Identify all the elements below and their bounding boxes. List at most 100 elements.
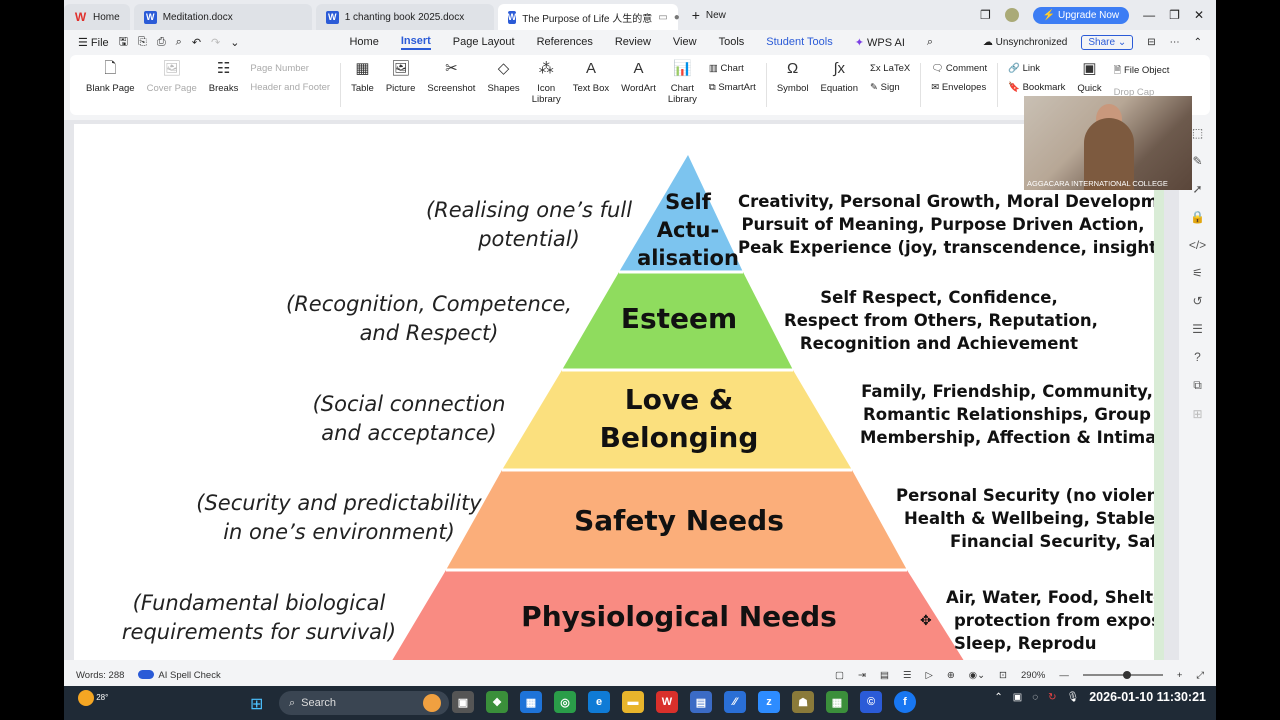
save-icon[interactable]: 🖫 xyxy=(119,33,128,52)
tray-network-icon[interactable]: ◌ xyxy=(1032,692,1038,703)
outline-icon[interactable]: ☰ xyxy=(1192,322,1203,336)
outline-view-icon[interactable]: ☰ xyxy=(903,670,912,681)
collapse-ribbon-icon[interactable]: ⌃ xyxy=(1194,37,1202,48)
export-icon[interactable]: ⎘ xyxy=(138,36,147,49)
task-view-icon[interactable]: ▣ xyxy=(452,691,474,713)
tray-mic-icon[interactable]: 🎙 xyxy=(1067,692,1080,703)
shapes-button[interactable]: ◇ Shapes xyxy=(481,61,525,94)
more-chevron-icon[interactable]: ⌄ xyxy=(230,36,239,49)
blank-page-button[interactable]: 🗋 Blank Page xyxy=(80,61,141,94)
wps-ai-button[interactable]: ✦ WPS AI xyxy=(855,36,905,49)
equation-button[interactable]: ∫x Equation xyxy=(815,61,865,94)
print-preview-icon[interactable]: ⌕ xyxy=(176,36,182,49)
zoom-in-button[interactable]: + xyxy=(1177,670,1183,681)
print-icon[interactable]: ⎙ xyxy=(157,36,166,49)
share-button[interactable]: Share ⌄ xyxy=(1081,34,1134,50)
symbol-button[interactable]: Ω Symbol xyxy=(771,61,815,94)
cover-page-button[interactable]: 🖼 Cover Page xyxy=(141,61,203,94)
copy-icon[interactable]: ⧉ xyxy=(1193,378,1202,393)
chart-button[interactable]: ▥ Chart xyxy=(709,63,756,74)
chart-library-button[interactable]: 📊 Chart Library xyxy=(662,61,703,105)
vertical-scrollbar[interactable] xyxy=(1154,124,1164,660)
taskbar-search[interactable]: ⌕ Search xyxy=(279,691,449,715)
header-footer-button[interactable]: Header and Footer xyxy=(250,82,330,93)
comment-button[interactable]: 🗨 Comment xyxy=(931,63,987,74)
avatar[interactable] xyxy=(1004,8,1019,22)
page-number-button[interactable]: Page Number xyxy=(250,63,330,74)
app-icon[interactable]: ☗ xyxy=(792,691,814,713)
eye-icon[interactable]: ◉⌄ xyxy=(969,670,985,681)
history-icon[interactable]: ↺ xyxy=(1192,294,1202,308)
menu-insert[interactable]: Insert xyxy=(400,35,431,50)
web-view-icon[interactable]: ⊕ xyxy=(947,670,955,681)
new-tab-button[interactable]: + New xyxy=(682,7,736,23)
facebook-icon[interactable]: f xyxy=(894,691,916,713)
zoom-slider[interactable] xyxy=(1082,671,1163,679)
redo-icon[interactable]: ↷ xyxy=(211,36,220,49)
envelopes-button[interactable]: ✉ Envelopes xyxy=(931,82,987,93)
sheets-icon[interactable]: ▦ xyxy=(826,691,848,713)
code-icon[interactable]: </> xyxy=(1189,238,1206,252)
menu-student-tools[interactable]: Student Tools xyxy=(766,36,832,48)
pointer-icon[interactable]: ➚ xyxy=(1192,182,1202,196)
document-page[interactable]: Self Actu- alisation Esteem Love & Belon… xyxy=(74,124,1154,660)
notes-icon[interactable]: ▤ xyxy=(690,691,712,713)
read-mode-icon[interactable]: ▢ xyxy=(835,670,844,681)
more-icon[interactable]: ⋯ xyxy=(1170,37,1180,48)
fit-page-icon[interactable]: ⊡ xyxy=(999,670,1007,681)
upgrade-button[interactable]: ⚡ Upgrade Now xyxy=(1032,6,1130,24)
zoom-icon[interactable]: z xyxy=(758,691,780,713)
minimize-icon[interactable]: — xyxy=(1143,8,1155,22)
taskbar-clock[interactable]: 2026-01-10 11:30:21 xyxy=(1089,690,1206,704)
store-icon[interactable]: ▦ xyxy=(520,691,542,713)
link-button[interactable]: 🔗 Link xyxy=(1008,63,1065,74)
zoom-out-button[interactable]: — xyxy=(1059,670,1069,681)
wps-office-icon[interactable]: W xyxy=(656,691,678,713)
tray-chevron-icon[interactable]: ⌃ xyxy=(994,692,1002,703)
play-icon[interactable]: ▷ xyxy=(926,670,933,681)
help-icon[interactable]: ? xyxy=(1194,350,1201,364)
tab-meditation[interactable]: W Meditation.docx xyxy=(133,4,312,30)
menu-references[interactable]: References xyxy=(537,36,593,48)
file-object-button[interactable]: 🗎 File Object xyxy=(1114,63,1170,79)
screenshot-button[interactable]: ✂ Screenshot xyxy=(421,61,481,94)
wordart-button[interactable]: A WordArt xyxy=(615,61,662,94)
widgets-icon[interactable]: ❖ xyxy=(486,691,508,713)
monitor-icon[interactable]: ▭ xyxy=(658,12,667,23)
sliders-icon[interactable]: ⚟ xyxy=(1192,266,1203,280)
tray-app-icon[interactable]: ▣ xyxy=(1013,692,1022,703)
menu-review[interactable]: Review xyxy=(615,36,651,48)
smartart-button[interactable]: ⧉ SmartArt xyxy=(709,82,756,93)
sign-button[interactable]: ✎ Sign xyxy=(870,82,910,93)
tab-home[interactable]: W Home xyxy=(64,4,130,30)
picture-button[interactable]: 🖼 Picture xyxy=(380,61,422,94)
edge-icon[interactable]: e xyxy=(588,691,610,713)
menu-tools[interactable]: Tools xyxy=(719,36,745,48)
page-view-icon[interactable]: ▤ xyxy=(880,670,889,681)
undo-icon[interactable]: ↶ xyxy=(192,36,201,49)
word-count[interactable]: Words: 288 xyxy=(76,670,124,681)
menu-view[interactable]: View xyxy=(673,36,697,48)
menu-page-layout[interactable]: Page Layout xyxy=(453,36,515,48)
weather-widget[interactable]: 28° xyxy=(78,690,108,706)
edit-icon[interactable]: ✎ xyxy=(1192,154,1202,168)
layout-icon[interactable]: ⊟ xyxy=(1147,37,1155,48)
icon-library-button[interactable]: ⁂ Icon Library xyxy=(526,61,567,105)
quick-parts-button[interactable]: ▣ Quick xyxy=(1071,61,1107,94)
vpn-icon[interactable]: ⁄⁄ xyxy=(724,691,746,713)
tab-purpose-of-life[interactable]: W The Purpose of Life 人生的意 ▭ ● xyxy=(497,4,680,30)
c-app-icon[interactable]: © xyxy=(860,691,882,713)
restore-window-icon[interactable]: ❐ xyxy=(980,8,991,22)
fullscreen-icon[interactable]: ⤢ xyxy=(1196,670,1204,681)
search-icon[interactable]: ⌕ xyxy=(927,36,933,49)
lock-icon[interactable]: 🔒 xyxy=(1190,210,1205,224)
grid-icon[interactable]: ⊞ xyxy=(1192,407,1202,421)
tray-sync-icon[interactable]: ↻ xyxy=(1048,692,1056,703)
file-explorer-icon[interactable]: ▬ xyxy=(622,691,644,713)
windows-start-icon[interactable]: ⊞ xyxy=(250,694,263,714)
file-menu[interactable]: ☰ File xyxy=(78,36,109,49)
maximize-icon[interactable]: ❐ xyxy=(1169,8,1180,22)
select-icon[interactable]: ⬚ xyxy=(1192,126,1203,140)
zoom-level[interactable]: 290% xyxy=(1021,670,1045,681)
sync-status[interactable]: ☁ Unsynchronized xyxy=(983,37,1068,48)
